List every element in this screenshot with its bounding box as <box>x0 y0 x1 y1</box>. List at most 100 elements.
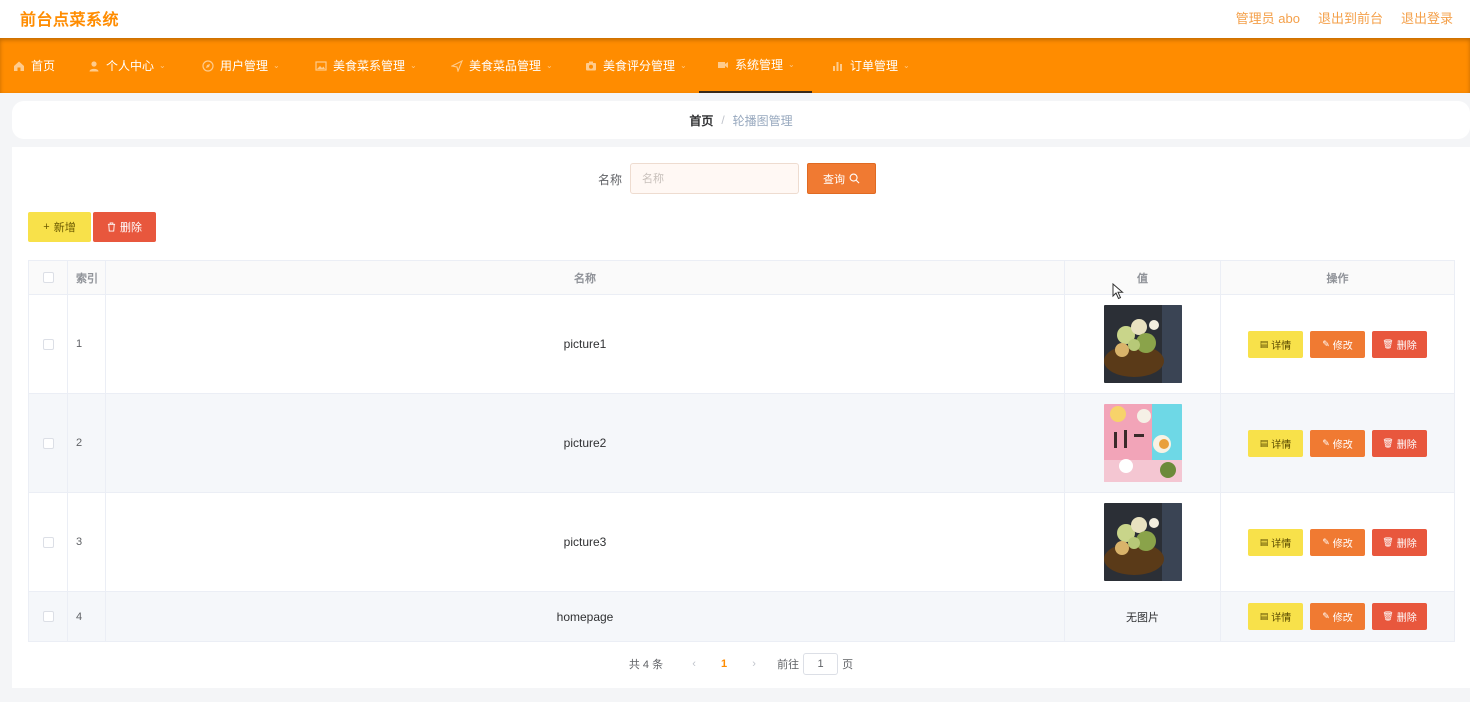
trash-icon: 🗑 <box>1382 437 1394 448</box>
plus-icon: + <box>43 221 50 233</box>
breadcrumb: 首页 / 轮播图管理 <box>12 101 1470 139</box>
detail-button[interactable]: ▤ 详情 <box>1248 528 1303 556</box>
detail-button[interactable]: ▤ 详情 <box>1248 429 1303 457</box>
nav-item-cuisine-management[interactable]: 美食菜系管理 ⌄ <box>315 38 417 93</box>
table-row: 1 picture1 ▤ 详情 ✎ 修改 🗑 删除 <box>29 295 1454 394</box>
row-checkbox-cell <box>29 295 68 393</box>
row-name: picture3 <box>106 493 1065 591</box>
row-index: 4 <box>68 592 106 641</box>
add-button-label: 新增 <box>53 222 76 234</box>
nav-item-user-management[interactable]: 用户管理 ⌄ <box>202 38 280 93</box>
search-label: 名称 <box>598 173 623 187</box>
nav-item-label: 系统管理 <box>735 58 784 72</box>
compass-icon <box>202 59 214 72</box>
search-button[interactable]: 查询 <box>807 163 876 194</box>
nav-item-order-management[interactable]: 订单管理 ⌄ <box>832 38 910 93</box>
edit-label: 修改 <box>1332 613 1353 624</box>
row-checkbox[interactable] <box>42 338 54 350</box>
row-checkbox-cell <box>29 592 68 641</box>
nav-item-label: 首页 <box>31 59 56 73</box>
edit-button[interactable]: ✎ 修改 <box>1310 603 1365 630</box>
delete-label: 删除 <box>1396 613 1417 624</box>
header-checkbox-cell <box>29 261 68 294</box>
food-salad-image <box>1103 305 1182 383</box>
nav-item-dish-management[interactable]: 美食菜品管理 ⌄ <box>451 38 553 93</box>
breadcrumb-home[interactable]: 首页 <box>689 112 713 129</box>
detail-button[interactable]: ▤ 详情 <box>1248 330 1303 358</box>
delete-label: 删除 <box>1396 439 1417 451</box>
chevron-down-icon: ⌄ <box>788 60 795 69</box>
page-number[interactable]: 1 <box>709 658 739 670</box>
chevron-down-icon: ⌄ <box>680 61 687 70</box>
food-japanese-image <box>1103 404 1182 482</box>
edit-button[interactable]: ✎ 修改 <box>1310 330 1365 358</box>
detail-label: 详情 <box>1271 340 1292 352</box>
row-ops: ▤ 详情 ✎ 修改 🗑 删除 <box>1221 295 1454 393</box>
pagination-total: 共 4 条 <box>628 659 664 671</box>
search-button-label: 查询 <box>823 173 845 186</box>
nav-item-label: 美食菜系管理 <box>333 59 406 73</box>
document-icon: ▤ <box>1259 437 1269 448</box>
carousel-table: 索引 名称 值 操作 1 picture1 ▤ 详情 ✎ 修改 🗑 删除 2 p… <box>28 260 1455 642</box>
row-value-cell <box>1065 295 1221 393</box>
nav-item-label: 用户管理 <box>220 59 269 73</box>
row-value-cell <box>1065 394 1221 492</box>
nav-item-personal-center[interactable]: 个人中心 ⌄ <box>88 38 166 93</box>
delete-button[interactable]: 🗑 删除 <box>1372 603 1427 630</box>
table-row: 3 picture3 ▤ 详情 ✎ 修改 🗑 删除 <box>29 493 1454 592</box>
document-icon: ▤ <box>1259 338 1269 349</box>
nav-item-system-management[interactable]: 系统管理 ⌄ <box>699 38 812 93</box>
header-ops: 操作 <box>1326 272 1349 285</box>
row-index: 2 <box>68 394 106 492</box>
nav-item-rating-management[interactable]: 美食评分管理 ⌄ <box>585 38 687 93</box>
page-suffix: 页 <box>842 659 854 671</box>
nav-item-label: 订单管理 <box>850 59 899 73</box>
edit-label: 修改 <box>1332 439 1353 451</box>
row-checkbox[interactable] <box>42 536 54 548</box>
row-ops: ▤ 详情 ✎ 修改 🗑 删除 <box>1221 394 1454 492</box>
header-index: 索引 <box>68 261 106 294</box>
top-links: 管理员 abo 退出到前台 退出登录 <box>1236 8 1453 27</box>
add-button[interactable]: + 新增 <box>28 212 91 242</box>
goto-page-input[interactable] <box>803 653 839 675</box>
nav-item-label: 美食评分管理 <box>603 59 676 73</box>
send-icon <box>451 59 463 72</box>
delete-button[interactable]: 🗑 删除 <box>1372 429 1427 457</box>
pagination: 共 4 条 ‹ 1 › 前往 页 <box>12 653 1470 675</box>
row-name: picture1 <box>106 295 1065 393</box>
chevron-down-icon: ⌄ <box>903 61 910 70</box>
search-icon <box>849 173 860 184</box>
admin-user-link[interactable]: 管理员 abo <box>1236 8 1300 27</box>
batch-delete-button[interactable]: 删除 <box>93 212 156 242</box>
select-all-checkbox[interactable] <box>42 272 54 283</box>
delete-button[interactable]: 🗑 删除 <box>1372 528 1427 556</box>
video-icon <box>718 61 728 68</box>
edit-button[interactable]: ✎ 修改 <box>1310 528 1365 556</box>
main-nav: 首页 个人中心 ⌄ 用户管理 ⌄ 美食菜系管理 ⌄ 美食菜品管理 ⌄ 美食评分管… <box>0 38 1470 93</box>
edit-label: 修改 <box>1332 538 1353 550</box>
header-name: 名称 <box>106 261 1065 294</box>
edit-icon: ✎ <box>1322 437 1330 448</box>
breadcrumb-current: 轮播图管理 <box>732 113 793 128</box>
chevron-right-icon[interactable]: › <box>739 658 769 670</box>
table-row: 2 picture2 ▤ 详情 ✎ 修改 🗑 删除 <box>29 394 1454 493</box>
detail-label: 详情 <box>1271 538 1292 550</box>
chevron-down-icon: ⌄ <box>410 61 417 70</box>
trash-icon: 🗑 <box>1382 536 1394 547</box>
edit-button[interactable]: ✎ 修改 <box>1310 429 1365 457</box>
logout-link[interactable]: 退出登录 <box>1401 8 1453 27</box>
nav-item-label: 个人中心 <box>106 59 155 73</box>
row-name: homepage <box>106 592 1065 641</box>
exit-to-frontend-link[interactable]: 退出到前台 <box>1318 8 1383 27</box>
delete-button[interactable]: 🗑 删除 <box>1372 330 1427 358</box>
detail-button[interactable]: ▤ 详情 <box>1248 603 1303 630</box>
row-checkbox[interactable] <box>42 611 54 622</box>
search-input[interactable] <box>630 163 799 194</box>
home-icon <box>14 61 24 71</box>
document-icon: ▤ <box>1259 611 1269 621</box>
row-checkbox[interactable] <box>42 437 54 449</box>
nav-item-home[interactable]: 首页 <box>13 38 55 93</box>
chevron-left-icon[interactable]: ‹ <box>679 658 709 670</box>
detail-label: 详情 <box>1271 613 1292 624</box>
trash-icon: 🗑 <box>1382 611 1394 621</box>
